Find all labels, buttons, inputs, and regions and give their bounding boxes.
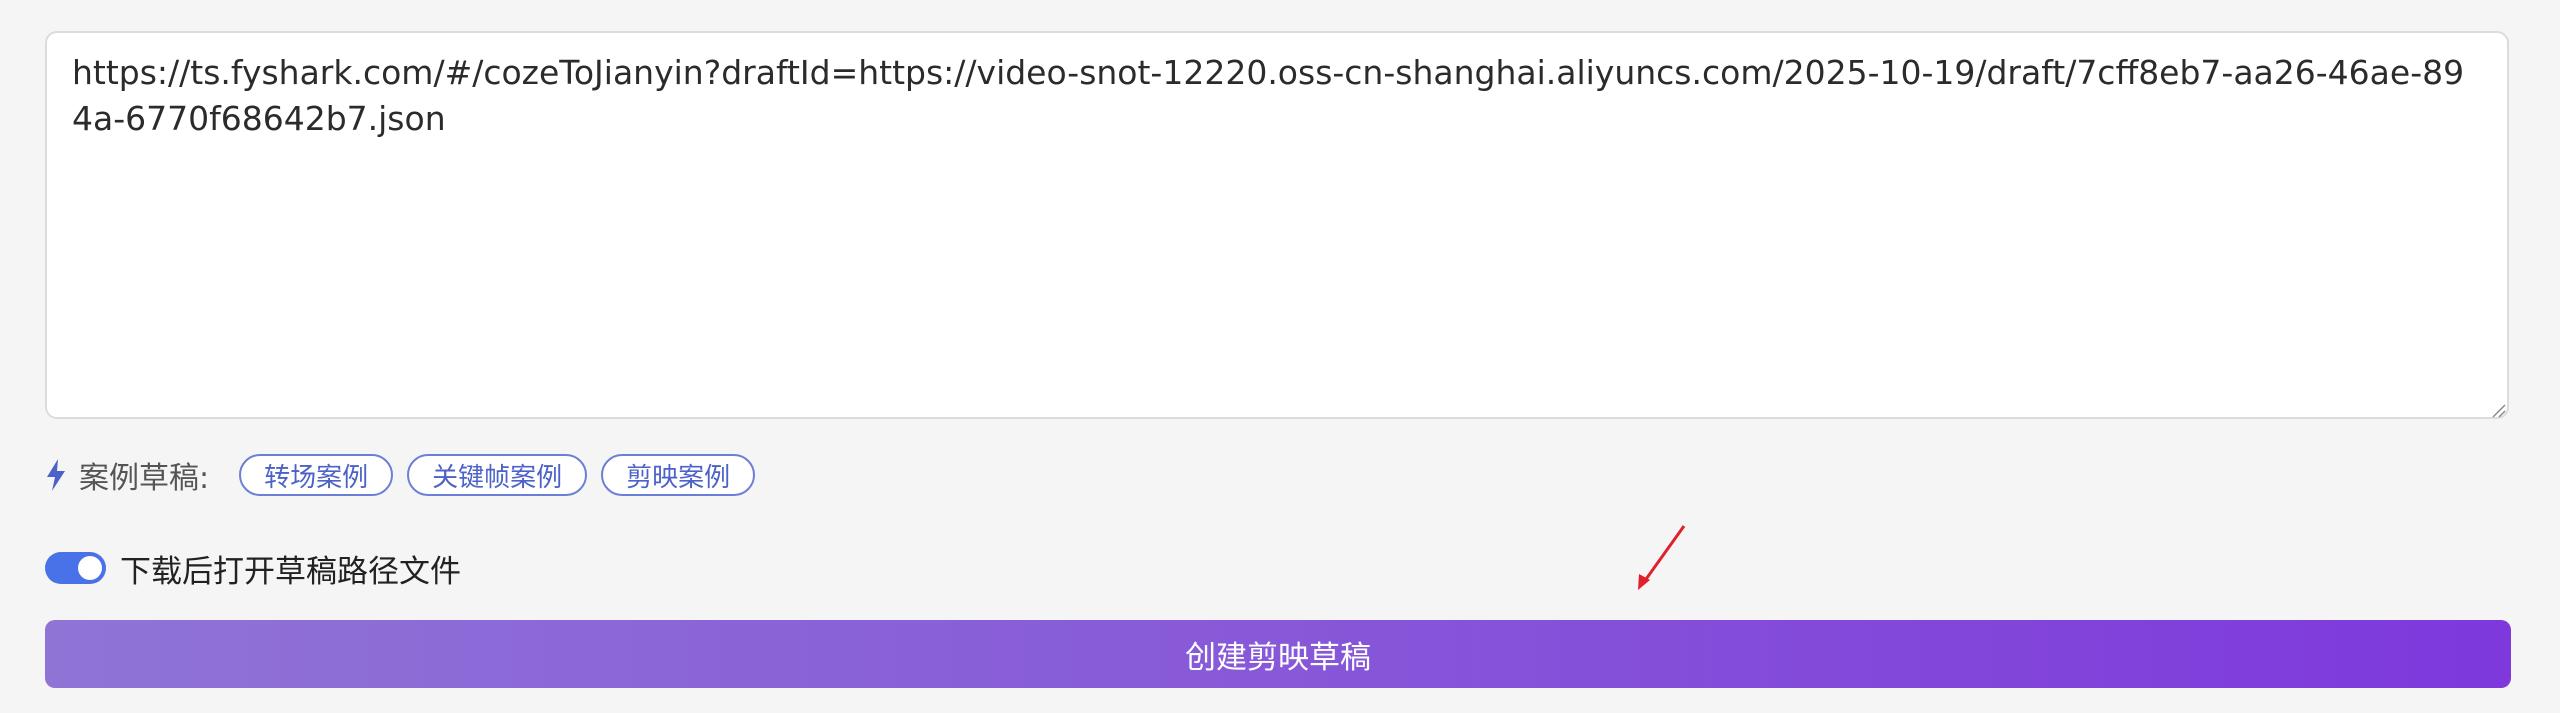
example-drafts-row: 案例草稿: 转场案例 关键帧案例 剪映案例 [45, 452, 769, 498]
chip-transition-example[interactable]: 转场案例 [239, 454, 394, 496]
toggle-knob [78, 556, 102, 580]
red-arrow-icon [1638, 525, 1686, 590]
open-folder-toggle-row: 下载后打开草稿路径文件 [45, 545, 461, 591]
resize-handle-icon[interactable] [2490, 402, 2506, 418]
bolt-icon [47, 459, 65, 491]
create-draft-button[interactable]: 创建剪映草稿 [45, 620, 2511, 688]
open-folder-toggle[interactable] [45, 552, 106, 584]
example-drafts-label: 案例草稿: [79, 461, 210, 496]
draft-url-textarea[interactable]: https://ts.fyshark.com/#/cozeToJianyin?d… [45, 31, 2509, 419]
open-folder-toggle-label: 下载后打开草稿路径文件 [120, 553, 461, 590]
chip-jianying-example[interactable]: 剪映案例 [601, 454, 756, 496]
chip-keyframe-example[interactable]: 关键帧案例 [407, 454, 588, 496]
